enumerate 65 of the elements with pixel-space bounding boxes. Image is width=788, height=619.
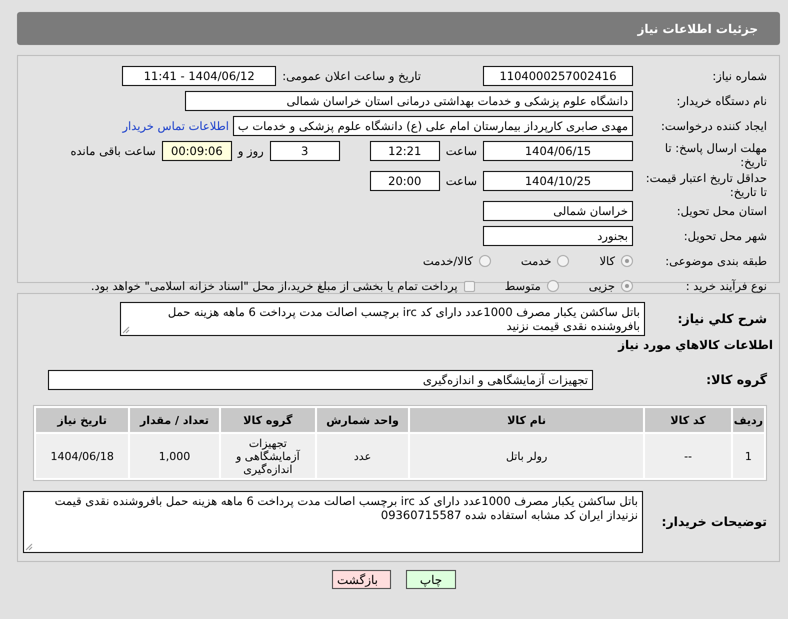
days-label: روز و xyxy=(238,143,264,160)
field-label: نام دستگاه خریدار: xyxy=(675,94,768,108)
field-label: طبقه بندی موضوعی: xyxy=(664,254,768,268)
time-field: 20:00 xyxy=(370,171,440,191)
radio-option[interactable]: کالا/خدمت xyxy=(422,254,491,268)
radio-icon[interactable] xyxy=(546,280,559,292)
buyer-org-field: دانشگاه علوم پزشکی و خدمات بهداشتی درمانی استان خراسان شمالی xyxy=(185,91,633,111)
field-label: تاریخ و ساعت اعلان عمومی: xyxy=(282,69,421,83)
field-label: ایجاد کننده درخواست: xyxy=(660,119,768,133)
buyer-notes-field: باتل ساکشن یکبار مصرف 1000عدد دارای کد irc برچسب اصالت مدت پرداخت 6 ماهه هزینه حمل بافروشنده نقدی قیمت نزنیداز ایران کد مشابه استفاده شده 09360715587 xyxy=(23,491,643,553)
city-field: بجنورد xyxy=(483,226,633,246)
checkbox-icon[interactable] xyxy=(464,280,475,292)
section-title: اطلاعات کالاهاي مورد نياز xyxy=(616,338,774,352)
table-cell: رولر باتل xyxy=(410,434,644,478)
table-cell: 1404/06/18 xyxy=(36,434,128,478)
need-number-field: 1104000257002416 xyxy=(483,66,633,86)
days-field: 3 xyxy=(270,141,340,161)
table-cell: عدد xyxy=(317,434,408,478)
column-header: ردیف xyxy=(732,408,764,432)
resize-grip-icon[interactable] xyxy=(122,326,130,334)
field-label: مهلت ارسال پاسخ: تا تاریخ: xyxy=(664,141,768,169)
requester-field: مهدی صابری کارپرداز بیمارستان امام علی (ع) دانشگاه علوم پزشکی و خدمات ب xyxy=(233,116,633,136)
field-label: توضیحات خریدار: xyxy=(660,515,768,529)
radio-option[interactable]: جزیی xyxy=(588,279,633,293)
table-cell: 1,000 xyxy=(130,434,219,478)
field-label: شماره نیاز: xyxy=(711,69,768,83)
field-label: استان محل تحویل: xyxy=(676,204,768,218)
field-label: گروه کالا: xyxy=(705,373,768,387)
field-label: شهر محل تحویل: xyxy=(682,229,768,243)
column-header: واحد شمارش xyxy=(317,408,408,432)
time-label: ساعت xyxy=(446,173,477,190)
table-cell: -- xyxy=(645,434,731,478)
column-header: تعداد / مقدار xyxy=(130,408,219,432)
checkbox-option[interactable]: پرداخت تمام یا بخشی از مبلغ خرید،از محل "اسناد خزانه اسلامی" خواهد بود. xyxy=(90,279,475,293)
time-label: ساعت xyxy=(446,143,477,160)
print-button[interactable]: چاپ xyxy=(406,570,456,589)
radio-icon[interactable] xyxy=(621,280,633,292)
field-label: شرح کلي نياز: xyxy=(676,312,768,326)
radio-option[interactable]: متوسط xyxy=(504,279,559,293)
date-field: 1404/10/25 xyxy=(483,171,633,191)
field-label: نوع فرآیند خرید : xyxy=(684,279,768,293)
goods-group-field: تجهیزات آزمایشگاهی و اندازه‌گیری xyxy=(48,370,593,390)
column-header: گروه کالا xyxy=(220,408,316,432)
column-header: نام کالا xyxy=(410,408,644,432)
radio-icon[interactable] xyxy=(557,255,570,267)
field-label: حداقل تاریخ اعتبار قیمت: تا تاریخ: xyxy=(645,171,768,199)
announce-date-field: 1404/06/12 - 11:41 xyxy=(122,66,276,86)
resize-grip-icon[interactable] xyxy=(25,543,33,551)
radio-icon[interactable] xyxy=(621,255,633,267)
radio-option[interactable]: خدمت xyxy=(520,254,570,268)
page-title: جزئیات اطلاعات نیاز xyxy=(637,22,758,36)
buyer-contact-link[interactable]: اطلاعات تماس خریدار xyxy=(122,119,229,133)
description-field: باتل ساکشن یکبار مصرف 1000عدد دارای کد irc برچسب اصالت مدت پرداخت 6 ماهه هزینه حمل بافروشنده نقدی قیمت نزنید xyxy=(120,302,645,336)
radio-option[interactable]: کالا xyxy=(599,254,633,268)
remaining-label: ساعت باقی مانده xyxy=(70,143,156,160)
column-header: کد کالا xyxy=(645,408,731,432)
column-header: تاریخ نیاز xyxy=(36,408,128,432)
date-field: 1404/06/15 xyxy=(483,141,633,161)
remaining-time-field: 00:09:06 xyxy=(162,141,232,161)
province-field: خراسان شمالی xyxy=(483,201,633,221)
table-cell: تجهیزات آزمایشگاهی و اندازه‌گیری xyxy=(220,434,316,478)
back-button[interactable]: بازگشت xyxy=(332,570,391,589)
time-field: 12:21 xyxy=(370,141,440,161)
table-cell: 1 xyxy=(732,434,764,478)
radio-icon[interactable] xyxy=(478,255,491,267)
